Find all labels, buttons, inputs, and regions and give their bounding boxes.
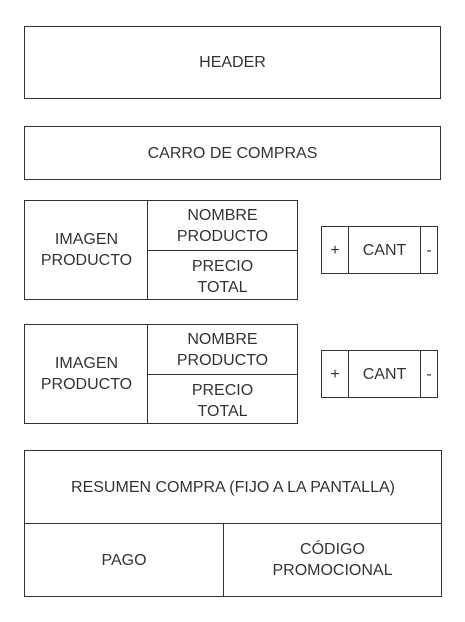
promo-code-field[interactable]: CÓDIGO PROMOCIONAL (224, 524, 441, 596)
summary-panel: RESUMEN COMPRA (FIJO A LA PANTALLA) PAGO… (24, 450, 442, 597)
product-card: IMAGEN PRODUCTO NOMBRE PRODUCTO PRECIO T… (24, 200, 298, 300)
quantity-stepper: + CANT - (321, 226, 438, 274)
quantity-value: CANT (362, 365, 407, 383)
product-image-placeholder: IMAGEN PRODUCTO (40, 231, 133, 269)
product-image-placeholder: IMAGEN PRODUCTO (40, 355, 133, 393)
product-price: PRECIO TOTAL (191, 382, 254, 420)
quantity-plus-button[interactable]: + (322, 351, 348, 397)
header-label: HEADER (199, 54, 266, 71)
product-name: NOMBRE PRODUCTO (176, 207, 269, 245)
quantity-stepper: + CANT - (321, 350, 438, 398)
quantity-plus-button[interactable]: + (322, 227, 348, 273)
product-card: IMAGEN PRODUCTO NOMBRE PRODUCTO PRECIO T… (24, 324, 298, 424)
summary-title: RESUMEN COMPRA (FIJO A LA PANTALLA) (71, 478, 395, 496)
cart-title-label: CARRO DE COMPRAS (147, 144, 318, 162)
product-name: NOMBRE PRODUCTO (176, 331, 269, 369)
header-box: HEADER (24, 26, 441, 99)
quantity-minus-button[interactable]: - (421, 227, 437, 273)
quantity-minus-button[interactable]: - (421, 351, 437, 397)
quantity-value: CANT (362, 241, 407, 259)
cart-title-box: CARRO DE COMPRAS (24, 126, 441, 180)
payment-button[interactable]: PAGO (25, 524, 223, 596)
product-price: PRECIO TOTAL (191, 258, 254, 296)
